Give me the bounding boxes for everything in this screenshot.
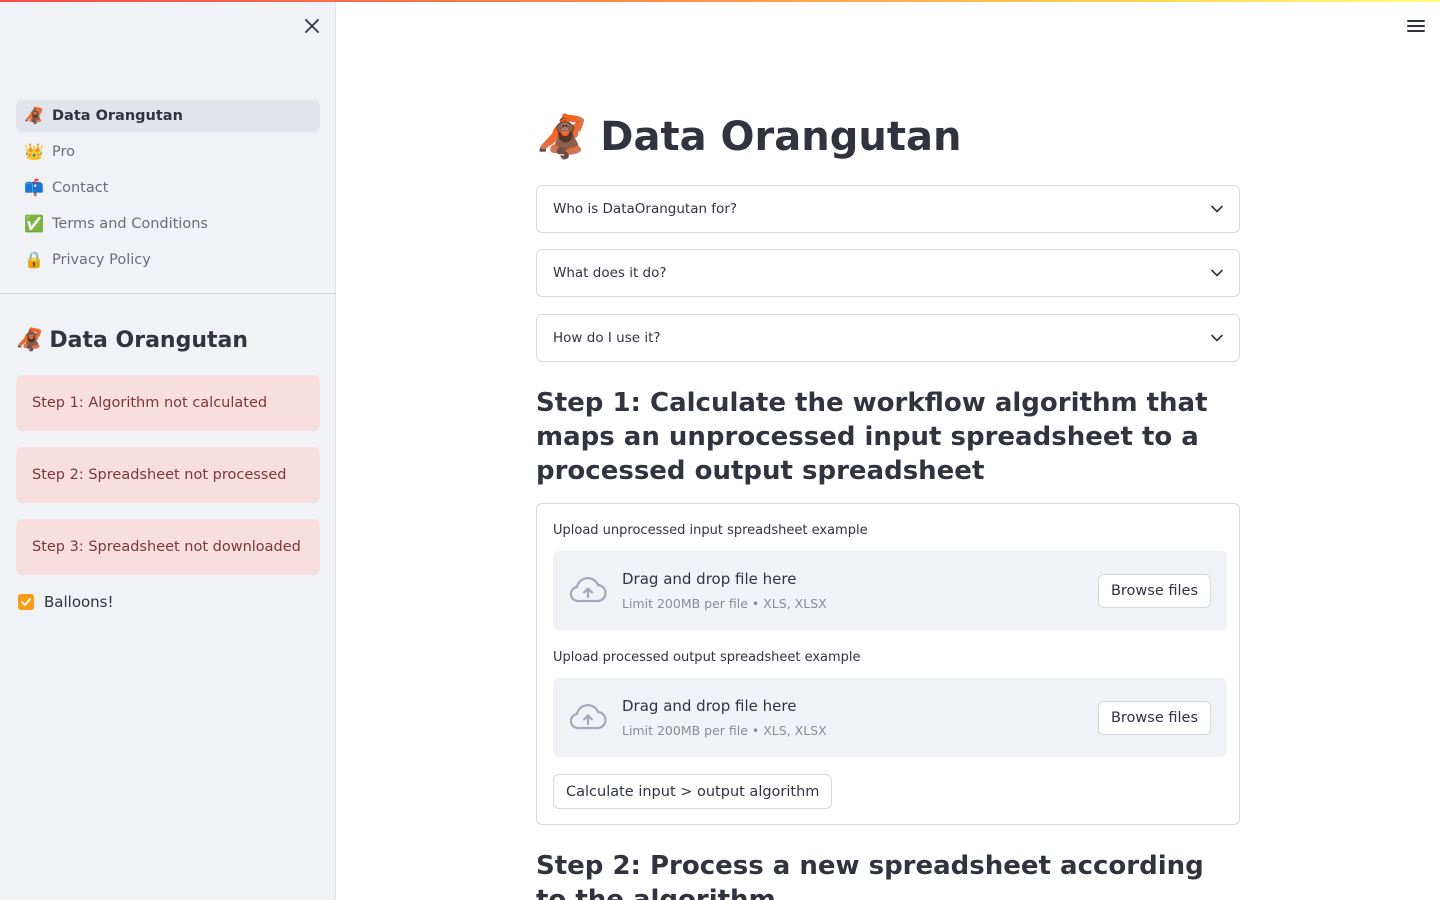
checkbox-label: Balloons!: [44, 593, 114, 611]
sidebar-item-contact[interactable]: 📫 Contact: [16, 172, 320, 204]
expander-who-is-it-for[interactable]: Who is DataOrangutan for?: [536, 185, 1240, 233]
dropzone-limit: Limit 200MB per file • XLS, XLSX: [622, 723, 827, 738]
chevron-down-icon: [1211, 205, 1223, 213]
lock-icon: 🔒: [24, 250, 44, 269]
chevron-down-icon: [1211, 334, 1223, 342]
sidebar-nav: 🦧 Data Orangutan 👑 Pro 📫 Contact ✅ Terms…: [16, 100, 320, 280]
calculate-algorithm-button[interactable]: Calculate input > output algorithm: [553, 774, 833, 809]
status-alert-step2: Step 2: Spreadsheet not processed: [16, 447, 320, 503]
orangutan-icon: 🦧: [16, 328, 44, 353]
expander-what-does-it-do[interactable]: What does it do?: [536, 249, 1240, 297]
orangutan-icon: 🦧: [536, 112, 589, 161]
main-menu-button[interactable]: [1404, 15, 1428, 37]
balloons-checkbox[interactable]: Balloons!: [18, 593, 114, 611]
cloud-upload-icon: [569, 577, 607, 603]
sidebar: 🦧 Data Orangutan 👑 Pro 📫 Contact ✅ Terms…: [0, 0, 336, 900]
browse-files-button[interactable]: Browse files: [1097, 701, 1211, 735]
top-decoration-bar: [0, 0, 1440, 2]
sidebar-item-terms[interactable]: ✅ Terms and Conditions: [16, 208, 320, 240]
check-mark-icon: ✅: [24, 214, 44, 233]
cloud-upload-icon: [569, 704, 607, 730]
menu-icon-line: [1407, 30, 1425, 32]
expander-label: What does it do?: [553, 265, 667, 281]
close-sidebar-button[interactable]: [300, 14, 324, 38]
sidebar-item-data-orangutan[interactable]: 🦧 Data Orangutan: [16, 100, 320, 132]
checkbox-box[interactable]: [18, 594, 34, 610]
sidebar-item-label: Terms and Conditions: [52, 216, 208, 232]
dropzone-title: Drag and drop file here: [622, 570, 797, 588]
dropzone-title: Drag and drop file here: [622, 697, 797, 715]
status-alert-step3: Step 3: Spreadsheet not downloaded: [16, 519, 320, 575]
status-alert-step1: Step 1: Algorithm not calculated: [16, 375, 320, 431]
step1-form: Upload unprocessed input spreadsheet exa…: [536, 503, 1240, 825]
expander-how-do-i-use-it[interactable]: How do I use it?: [536, 314, 1240, 362]
step1-heading: Step 1: Calculate the workflow algorithm…: [536, 388, 1208, 486]
sidebar-item-privacy[interactable]: 🔒 Privacy Policy: [16, 244, 320, 276]
check-icon: [21, 598, 31, 606]
sidebar-item-label: Data Orangutan: [52, 108, 183, 124]
step2-heading: Step 2: Process a new spreadsheet accord…: [536, 851, 1204, 900]
sidebar-title: 🦧 Data Orangutan: [16, 328, 248, 353]
sidebar-title-text: Data Orangutan: [49, 328, 249, 353]
mailbox-icon: 📫: [24, 178, 44, 197]
sidebar-item-label: Pro: [52, 144, 76, 160]
crown-icon: 👑: [24, 142, 44, 161]
sidebar-divider: [0, 293, 336, 294]
menu-icon-line: [1407, 20, 1425, 22]
close-icon: [305, 19, 319, 33]
page-title: 🦧 Data Orangutan: [536, 112, 961, 162]
browse-files-button[interactable]: Browse files: [1097, 574, 1211, 608]
orangutan-icon: 🦧: [24, 106, 44, 125]
sidebar-item-label: Contact: [52, 180, 109, 196]
menu-icon-line: [1407, 25, 1425, 27]
input-file-dropzone[interactable]: Drag and drop file here Limit 200MB per …: [553, 551, 1227, 630]
upload-output-label: Upload processed output spreadsheet exam…: [553, 650, 861, 665]
chevron-down-icon: [1211, 269, 1223, 277]
sidebar-item-label: Privacy Policy: [52, 252, 151, 268]
expander-label: Who is DataOrangutan for?: [553, 201, 738, 217]
output-file-dropzone[interactable]: Drag and drop file here Limit 200MB per …: [553, 678, 1227, 757]
upload-input-label: Upload unprocessed input spreadsheet exa…: [553, 523, 868, 538]
sidebar-item-pro[interactable]: 👑 Pro: [16, 136, 320, 168]
expander-label: How do I use it?: [553, 330, 661, 346]
dropzone-limit: Limit 200MB per file • XLS, XLSX: [622, 596, 827, 611]
page-title-text: Data Orangutan: [600, 114, 962, 160]
